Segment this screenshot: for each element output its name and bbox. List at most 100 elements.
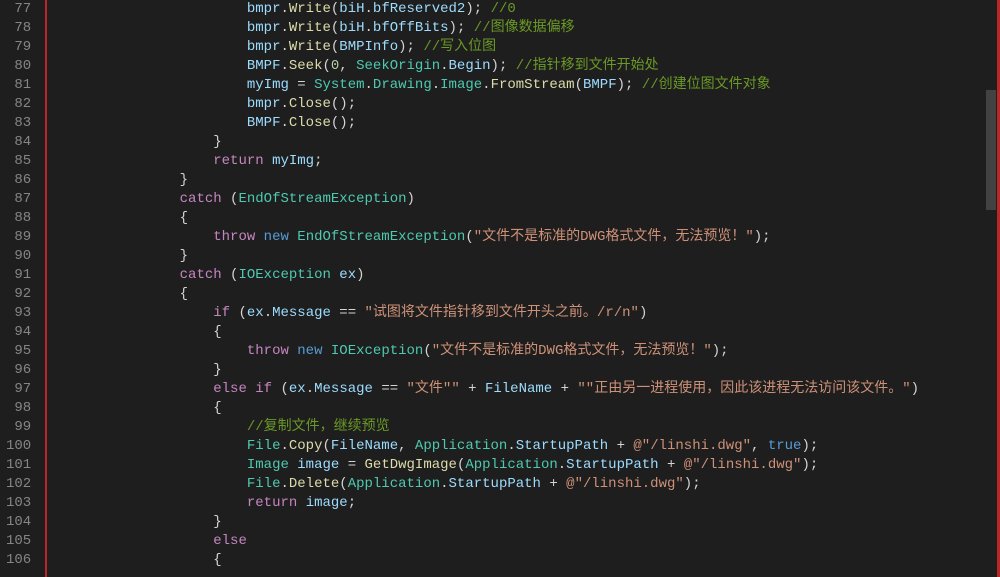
token-cm: //图像数据偏移: [474, 20, 575, 36]
code-line[interactable]: File.Delete(Application.StartupPath + @"…: [45, 475, 1000, 494]
line-number: 95: [6, 342, 31, 361]
code-line[interactable]: }: [45, 513, 1000, 532]
token-st: @"/linshi.dwg": [566, 476, 684, 492]
token-va: ex: [289, 381, 306, 397]
line-number: 91: [6, 266, 31, 285]
token-va: FileName: [331, 438, 398, 454]
token-pn: }: [180, 248, 188, 264]
code-area[interactable]: bmpr.Write(biH.bfReserved2); //0 bmpr.Wr…: [45, 0, 1000, 577]
code-line[interactable]: {: [45, 285, 1000, 304]
code-line[interactable]: }: [45, 361, 1000, 380]
code-line[interactable]: else if (ex.Message == "文件"" + FileName …: [45, 380, 1000, 399]
token-k: if: [255, 381, 272, 397]
token-k: throw: [247, 343, 289, 359]
git-change-indicator-left: [45, 0, 47, 577]
token-cm: //复制文件，继续预览: [247, 419, 390, 435]
token-fn: Seek: [289, 58, 323, 74]
vertical-scrollbar[interactable]: [984, 0, 996, 577]
line-number: 100: [6, 437, 31, 456]
line-number: 94: [6, 323, 31, 342]
code-line[interactable]: BMPF.Close();: [45, 114, 1000, 133]
code-line[interactable]: {: [45, 551, 1000, 570]
token-va: bfReserved2: [373, 1, 465, 17]
code-line[interactable]: else: [45, 532, 1000, 551]
token-k: catch: [180, 267, 222, 283]
token-tp: EndOfStreamException: [297, 229, 465, 245]
code-line[interactable]: return image;: [45, 494, 1000, 513]
token-pn: );: [465, 1, 490, 17]
token-tp: EndOfStreamException: [238, 191, 406, 207]
token-pn: );: [801, 457, 818, 473]
token-va: ex: [247, 305, 264, 321]
code-line[interactable]: return myImg;: [45, 152, 1000, 171]
token-cm: //写入位图: [423, 39, 496, 55]
token-cm: //0: [491, 1, 516, 17]
line-number: 90: [6, 247, 31, 266]
token-pn: .: [280, 39, 288, 55]
code-line[interactable]: catch (EndOfStreamException): [45, 190, 1000, 209]
code-line[interactable]: }: [45, 133, 1000, 152]
code-line[interactable]: }: [45, 247, 1000, 266]
code-line[interactable]: {: [45, 209, 1000, 228]
token-va: StartupPath: [449, 476, 541, 492]
code-editor[interactable]: 7778798081828384858687888990919293949596…: [0, 0, 1000, 577]
code-line[interactable]: BMPF.Seek(0, SeekOrigin.Begin); //指针移到文件…: [45, 57, 1000, 76]
token-pn: (: [465, 229, 473, 245]
token-pn: [255, 229, 263, 245]
token-pn: );: [801, 438, 818, 454]
code-line[interactable]: bmpr.Write(BMPInfo); //写入位图: [45, 38, 1000, 57]
token-pn: [264, 153, 272, 169]
token-fn: Write: [289, 20, 331, 36]
token-fn: Write: [289, 1, 331, 17]
token-va: BMPInfo: [339, 39, 398, 55]
token-pn: (: [230, 305, 247, 321]
token-va: StartupPath: [566, 457, 658, 473]
code-line[interactable]: {: [45, 399, 1000, 418]
token-tp: File: [247, 476, 281, 492]
token-pn: );: [617, 77, 642, 93]
token-pn: (: [222, 191, 239, 207]
token-pn: }: [213, 514, 221, 530]
token-pn: .: [280, 20, 288, 36]
code-line[interactable]: bmpr.Write(biH.bfOffBits); //图像数据偏移: [45, 19, 1000, 38]
token-pn: =: [339, 457, 364, 473]
scrollbar-thumb[interactable]: [986, 90, 996, 210]
token-st: "文件不是标准的DWG格式文件，无法预览！": [474, 229, 754, 245]
code-line[interactable]: catch (IOException ex): [45, 266, 1000, 285]
code-line[interactable]: }: [45, 171, 1000, 190]
token-pn: (: [322, 58, 330, 74]
token-va: myImg: [247, 77, 289, 93]
token-pn: ): [356, 267, 364, 283]
token-pn: .: [440, 58, 448, 74]
token-k: else: [213, 533, 247, 549]
code-line[interactable]: //复制文件，继续预览: [45, 418, 1000, 437]
code-line[interactable]: myImg = System.Drawing.Image.FromStream(…: [45, 76, 1000, 95]
code-line[interactable]: Image image = GetDwgImage(Application.St…: [45, 456, 1000, 475]
token-fn: FromStream: [491, 77, 575, 93]
token-pn: ;: [314, 153, 322, 169]
code-line[interactable]: throw new EndOfStreamException("文件不是标准的D…: [45, 228, 1000, 247]
token-tp: Image: [247, 457, 289, 473]
token-pn: ): [911, 381, 919, 397]
code-line[interactable]: bmpr.Write(biH.bfReserved2); //0: [45, 0, 1000, 19]
code-line[interactable]: {: [45, 323, 1000, 342]
token-pn: .: [280, 438, 288, 454]
token-pn: (: [423, 343, 431, 359]
code-line[interactable]: throw new IOException("文件不是标准的DWG格式文件，无法…: [45, 342, 1000, 361]
token-va: ex: [339, 267, 356, 283]
line-number: 88: [6, 209, 31, 228]
token-pn: );: [754, 229, 771, 245]
line-number: 106: [6, 551, 31, 570]
line-number: 101: [6, 456, 31, 475]
token-pn: +: [552, 381, 577, 397]
token-va: image: [306, 495, 348, 511]
code-line[interactable]: File.Copy(FileName, Application.StartupP…: [45, 437, 1000, 456]
token-pn: (: [322, 438, 330, 454]
code-line[interactable]: if (ex.Message == "试图将文件指针移到文件开头之前。/r/n"…: [45, 304, 1000, 323]
token-va: biH: [339, 20, 364, 36]
line-number: 93: [6, 304, 31, 323]
line-number: 80: [6, 57, 31, 76]
token-st: @"/linshi.dwg": [684, 457, 802, 473]
token-cm: //指针移到文件开始处: [516, 58, 659, 74]
code-line[interactable]: bmpr.Close();: [45, 95, 1000, 114]
